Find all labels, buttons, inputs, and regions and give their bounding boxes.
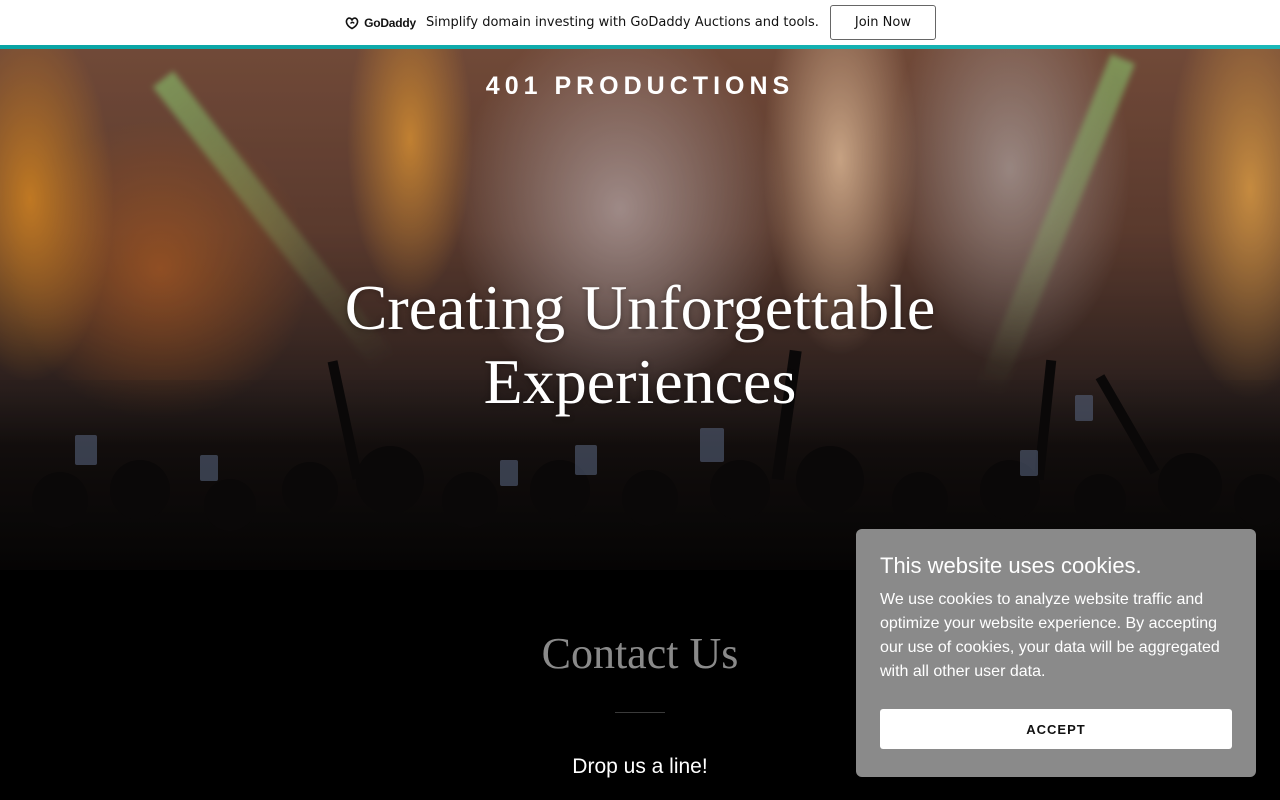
site-title[interactable]: 401 PRODUCTIONS bbox=[0, 72, 1280, 101]
hero-section: 401 PRODUCTIONS Creating Unforgettable E… bbox=[0, 49, 1280, 570]
join-now-button[interactable]: Join Now bbox=[829, 5, 936, 40]
hero-headline: Creating Unforgettable Experiences bbox=[240, 271, 1040, 419]
promo-bar: GoDaddy Simplify domain investing with G… bbox=[0, 0, 1280, 45]
hero-headline-line: Experiences bbox=[483, 346, 797, 417]
cookie-banner: This website uses cookies. We use cookie… bbox=[856, 529, 1256, 777]
godaddy-logo-icon bbox=[345, 16, 359, 29]
cookie-banner-title: This website uses cookies. bbox=[880, 553, 1142, 578]
hero-headline-line: Creating Unforgettable bbox=[344, 272, 936, 343]
contact-divider bbox=[615, 712, 665, 713]
cookie-banner-body: We use cookies to analyze website traffi… bbox=[880, 591, 1220, 680]
godaddy-logo[interactable]: GoDaddy bbox=[344, 16, 416, 30]
accept-cookies-button[interactable]: ACCEPT bbox=[880, 709, 1232, 749]
promo-message: Simplify domain investing with GoDaddy A… bbox=[426, 15, 819, 30]
godaddy-logo-text: GoDaddy bbox=[364, 15, 417, 30]
